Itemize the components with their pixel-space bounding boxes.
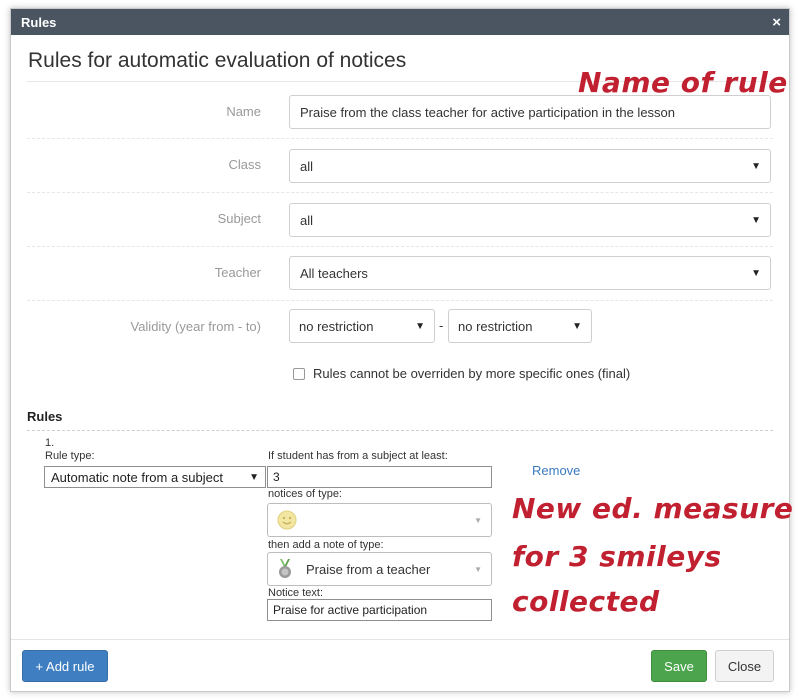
page-title: Rules for automatic evaluation of notice… [28, 49, 407, 72]
notice-text-value: Praise for active participation [273, 603, 428, 617]
class-label: Class [228, 157, 261, 172]
count-label: If student has from a subject at least: [268, 450, 448, 462]
subject-select[interactable]: all ▼ [289, 203, 771, 237]
chevron-down-icon: ▼ [751, 160, 761, 172]
annotation-measure-line2: for 3 smileys [512, 540, 722, 573]
then-add-select[interactable]: Praise from a teacher ▼ [267, 552, 492, 586]
class-select[interactable]: all ▼ [289, 149, 771, 183]
subject-label: Subject [217, 211, 261, 226]
then-add-label: then add a note of type: [268, 539, 384, 551]
notice-text-label: Notice text: [268, 587, 324, 599]
rule-type-value: Automatic note from a subject [51, 469, 223, 485]
then-add-value: Praise from a teacher [306, 561, 431, 577]
teacher-select[interactable]: All teachers ▼ [289, 256, 771, 290]
notices-type-label: notices of type: [268, 488, 342, 500]
annotation-name-of-rule: Name of rule [578, 66, 788, 99]
rule-type-select[interactable]: Automatic note from a subject ▼ [44, 466, 266, 488]
validity-from-value: no restriction [299, 318, 374, 334]
chevron-down-icon: ▼ [474, 564, 482, 574]
count-value: 3 [273, 470, 280, 484]
notices-type-select[interactable]: ▼ [267, 503, 492, 537]
dialog-titlebar: Rules × [11, 9, 789, 35]
validity-to-value: no restriction [458, 318, 533, 334]
smiley-icon [277, 510, 297, 530]
validity-to-select[interactable]: no restriction ▼ [448, 309, 592, 343]
rules-dialog: Rules × Rules for automatic evaluation o… [10, 8, 790, 692]
final-checkbox-row[interactable]: Rules cannot be overriden by more specif… [293, 366, 630, 381]
teacher-row: Teacher All teachers ▼ [27, 247, 773, 301]
teacher-value: All teachers [300, 265, 368, 281]
dialog-title: Rules [21, 14, 57, 30]
medal-icon [279, 559, 291, 578]
chevron-down-icon: ▼ [751, 267, 761, 279]
chevron-down-icon: ▼ [249, 471, 259, 483]
final-checkbox-label: Rules cannot be overriden by more specif… [313, 366, 631, 381]
save-button[interactable]: Save [651, 650, 707, 682]
remove-rule-link[interactable]: Remove [532, 463, 580, 478]
close-icon[interactable]: × [772, 15, 781, 30]
chevron-down-icon: ▼ [572, 320, 582, 332]
chevron-down-icon: ▼ [415, 320, 425, 332]
rule-type-label: Rule type: [45, 450, 95, 462]
validity-label: Validity (year from - to) [130, 319, 261, 334]
subject-value: all [300, 212, 314, 228]
close-button[interactable]: Close [715, 650, 774, 682]
name-field[interactable]: Praise from the class teacher for active… [289, 95, 771, 129]
final-checkbox[interactable] [293, 367, 305, 380]
class-value: all [300, 158, 314, 174]
validity-separator: - [439, 318, 444, 333]
divider [11, 639, 789, 640]
teacher-label: Teacher [214, 265, 261, 280]
subject-row: Subject all ▼ [27, 193, 773, 247]
annotation-measure-line3: collected [512, 585, 660, 618]
chevron-down-icon: ▼ [474, 515, 482, 525]
class-row: Class all ▼ [27, 139, 773, 193]
name-value: Praise from the class teacher for active… [300, 104, 676, 120]
rules-section-title: Rules [27, 409, 63, 424]
notice-text-input[interactable]: Praise for active participation [267, 599, 492, 621]
chevron-down-icon: ▼ [751, 214, 761, 226]
rule-number: 1. [45, 437, 55, 449]
name-label: Name [226, 104, 261, 119]
validity-from-select[interactable]: no restriction ▼ [289, 309, 435, 343]
divider [27, 430, 773, 431]
annotation-measure-line1: New ed. measure [512, 492, 794, 525]
validity-row: Validity (year from - to) no restriction… [27, 301, 773, 355]
count-input[interactable]: 3 [267, 466, 492, 488]
add-rule-button[interactable]: + Add rule [22, 650, 108, 682]
